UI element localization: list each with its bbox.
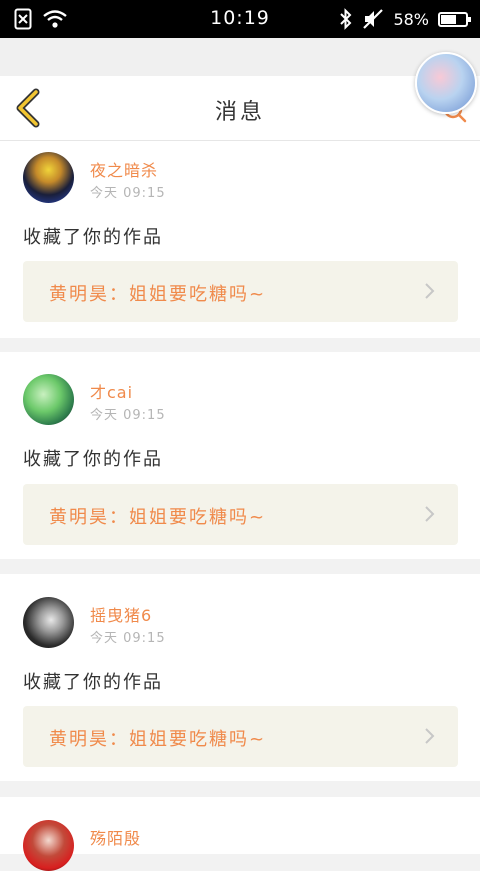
- quoted-work[interactable]: 黄明昊：姐姐要吃糖吗~: [23, 706, 458, 767]
- timestamp: 今天 09:15: [90, 408, 166, 423]
- chevron-right-icon: [425, 728, 435, 744]
- user-avatar[interactable]: [23, 820, 74, 871]
- nav-bar: 消息: [0, 76, 480, 141]
- username[interactable]: 夜之暗杀: [90, 157, 158, 181]
- page-title: 消息: [214, 100, 265, 125]
- chevron-right-icon: [425, 506, 435, 522]
- message-card: 才cai 今天 09:15 收藏了你的作品 黄明昊：姐姐要吃糖吗~: [0, 352, 480, 559]
- quoted-work-title: 黄明昊：姐姐要吃糖吗~: [49, 284, 267, 305]
- user-avatar[interactable]: [23, 374, 74, 425]
- username[interactable]: 才cai: [90, 379, 133, 403]
- user-avatar[interactable]: [23, 597, 74, 648]
- timestamp: 今天 09:15: [90, 186, 166, 201]
- quoted-work[interactable]: 黄明昊：姐姐要吃糖吗~: [23, 261, 458, 322]
- bluetooth-icon: [340, 8, 352, 30]
- timestamp: 今天 09:15: [90, 631, 166, 646]
- action-text: 收藏了你的作品: [23, 227, 163, 248]
- message-card: 夜之暗杀 今天 09:15 收藏了你的作品 黄明昊：姐姐要吃糖吗~: [0, 141, 480, 338]
- floating-avatar-button[interactable]: [415, 52, 477, 114]
- quoted-work-title: 黄明昊：姐姐要吃糖吗~: [49, 729, 267, 750]
- action-text: 收藏了你的作品: [23, 672, 163, 693]
- chevron-right-icon: [425, 283, 435, 299]
- user-avatar[interactable]: [23, 152, 74, 203]
- status-right: 58%: [339, 8, 471, 30]
- username[interactable]: 摇曳猪6: [90, 602, 152, 626]
- quoted-work-title: 黄明昊：姐姐要吃糖吗~: [49, 507, 267, 528]
- mute-icon: [363, 9, 384, 29]
- quoted-work[interactable]: 黄明昊：姐姐要吃糖吗~: [23, 484, 458, 545]
- top-spacer: [0, 38, 480, 76]
- message-card: 摇曳猪6 今天 09:15 收藏了你的作品 黄明昊：姐姐要吃糖吗~: [0, 574, 480, 781]
- battery-icon: [438, 11, 471, 27]
- username[interactable]: 殇陌殷: [90, 825, 141, 849]
- battery-percent: 58%: [393, 9, 429, 29]
- message-card: 殇陌殷: [0, 797, 480, 871]
- action-text: 收藏了你的作品: [23, 449, 163, 470]
- battery-fill: [441, 14, 457, 24]
- status-bar: 10:19 58%: [0, 0, 480, 38]
